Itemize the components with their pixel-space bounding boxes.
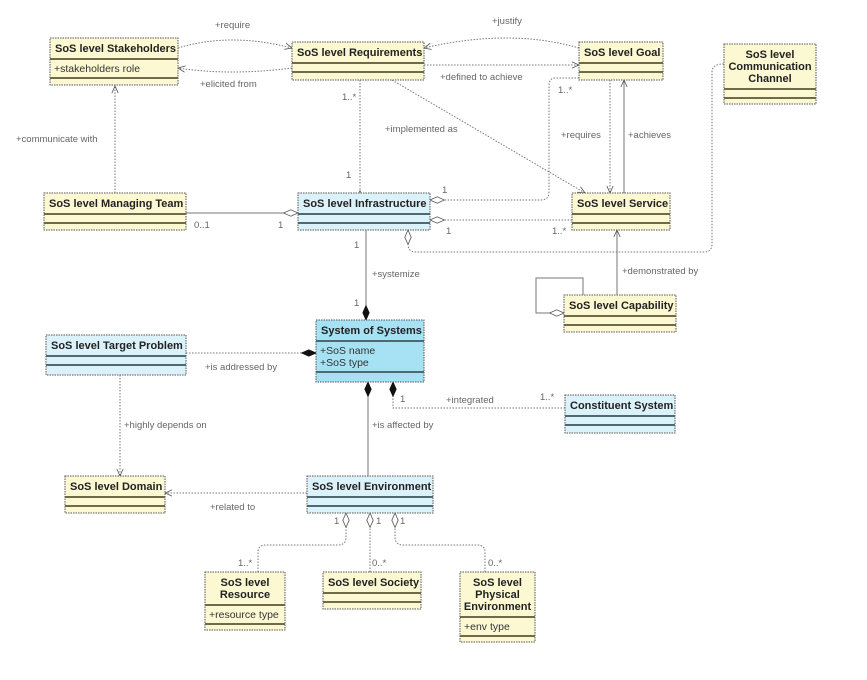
class-name: SoS level Target Problem xyxy=(51,340,183,352)
class-requirements[interactable]: SoS level Requirements xyxy=(291,41,425,81)
mult-team-infra: 1 xyxy=(278,220,283,231)
class-attribute: +env type xyxy=(464,621,510,633)
class-comm[interactable]: SoS levelCommunicationChannel xyxy=(723,43,817,105)
label-systemize: +systemize xyxy=(372,269,420,280)
class-name: SoS level Society xyxy=(328,577,420,589)
mult-team: 0..1 xyxy=(194,220,210,231)
class-capability[interactable]: SoS level Capability xyxy=(563,294,677,333)
class-attribute: +SoS name xyxy=(320,345,375,357)
label-related-to: +related to xyxy=(210,502,255,513)
class-service[interactable]: SoS level Service xyxy=(571,192,671,231)
label-justify: +justify xyxy=(492,16,522,27)
class-attribute: +SoS type xyxy=(320,357,369,369)
class-name: SoS level Stakeholders xyxy=(55,43,176,55)
class-name: Channel xyxy=(748,73,791,85)
class-name: SoS level xyxy=(746,49,795,61)
label-demonstrated-by: +demonstrated by xyxy=(622,266,699,277)
class-name: SoS level xyxy=(473,577,522,589)
edge-env-physical xyxy=(395,513,486,572)
mult-service-infra: 1..* xyxy=(552,226,567,237)
class-domain[interactable]: SoS level Domain xyxy=(64,475,166,514)
class-name: Physical xyxy=(475,589,520,601)
label-is-affected-by: +is affected by xyxy=(372,420,434,431)
class-society[interactable]: SoS level Society xyxy=(322,571,422,610)
mult-env-res: 1 xyxy=(334,516,339,527)
class-name: SoS level Goal xyxy=(584,47,660,59)
class-physical[interactable]: SoS levelPhysicalEnvironment +env type xyxy=(459,571,536,643)
class-name: SoS level Infrastructure xyxy=(303,198,427,210)
mult-sos-const: 1 xyxy=(400,394,405,405)
mult-infra-service: 1 xyxy=(446,226,451,237)
edge-env-resource xyxy=(257,513,346,572)
label-communicate-with: +communicate with xyxy=(16,134,98,145)
class-stakeholders[interactable]: SoS level Stakeholders +stakeholders role xyxy=(49,37,179,86)
class-attribute: +resource type xyxy=(209,609,279,621)
class-team[interactable]: SoS level Managing Team xyxy=(43,192,187,231)
mult-env-phys: 1 xyxy=(400,516,405,527)
mult-infra-sos-top: 1 xyxy=(354,240,359,251)
label-highly-depends-on: +highly depends on xyxy=(124,420,207,431)
mult-infra-sos-bottom: 1 xyxy=(354,298,359,309)
mult-soc: 0..* xyxy=(372,558,387,569)
edge-justify xyxy=(424,37,580,48)
class-target[interactable]: SoS level Target Problem xyxy=(45,334,187,376)
class-goal[interactable]: SoS level Goal xyxy=(578,41,664,81)
label-integrated: +integrated xyxy=(446,395,494,406)
class-name: Environment xyxy=(464,601,532,613)
class-name: SoS level Domain xyxy=(70,481,163,493)
class-constituent[interactable]: Constituent System xyxy=(564,394,676,434)
class-name: Constituent System xyxy=(570,400,674,412)
mult-env-soc: 1 xyxy=(376,516,381,527)
edge-require xyxy=(177,39,292,48)
mult-infra-goal: 1 xyxy=(442,185,447,196)
class-name: SoS level Requirements xyxy=(297,47,422,59)
class-infra[interactable]: SoS level Infrastructure xyxy=(297,192,431,231)
label-require: +require xyxy=(215,20,250,31)
class-name: SoS level Managing Team xyxy=(49,198,183,210)
label-is-addressed-by: +is addressed by xyxy=(205,362,277,373)
class-name: SoS level xyxy=(221,577,270,589)
label-elicited-from: +elicited from xyxy=(200,79,257,90)
mult-const-sos: 1..* xyxy=(540,392,555,403)
edge-goal-infra xyxy=(430,77,579,200)
mult-phys: 0..* xyxy=(488,558,503,569)
class-sos[interactable]: System of Systems +SoS name+SoS type xyxy=(315,319,425,383)
uml-class-diagram: +require +elicited from +justify +define… xyxy=(16,16,817,643)
class-name: Communication xyxy=(728,61,811,73)
label-implemented-as: +implemented as xyxy=(385,124,458,135)
edge-elicited-from xyxy=(178,68,293,72)
class-name: Resource xyxy=(220,589,270,601)
class-name: SoS level Capability xyxy=(569,300,674,312)
label-achieves: +achieves xyxy=(628,130,671,141)
mult-goal-infra: 1..* xyxy=(558,85,573,96)
mult-res: 1..* xyxy=(238,558,253,569)
class-attribute: +stakeholders role xyxy=(54,63,140,75)
label-defined-to-achieve: +defined to achieve xyxy=(440,72,523,83)
edge-implemented-as xyxy=(391,79,585,193)
class-environment[interactable]: SoS level Environment xyxy=(306,475,434,514)
mult-req-infra-top: 1..* xyxy=(342,92,357,103)
mult-req-infra-bottom: 1 xyxy=(346,170,351,181)
class-name: SoS level Service xyxy=(577,198,668,210)
class-resource[interactable]: SoS levelResource +resource type xyxy=(204,571,286,631)
class-name: SoS level Environment xyxy=(312,481,432,493)
label-requires: +requires xyxy=(561,130,601,141)
class-name: System of Systems xyxy=(321,325,422,337)
